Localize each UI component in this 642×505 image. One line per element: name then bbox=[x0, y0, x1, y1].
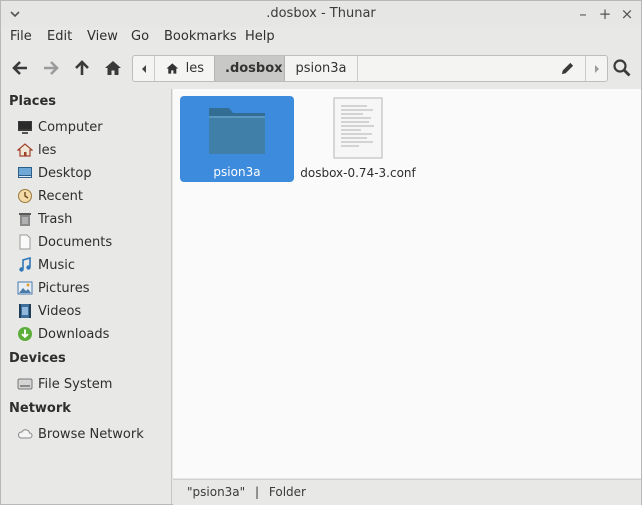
arrow-right-icon bbox=[44, 61, 59, 75]
menu-go[interactable]: Go bbox=[131, 29, 149, 44]
window-title: .dosbox - Thunar bbox=[266, 6, 376, 21]
edit-location-button[interactable] bbox=[554, 56, 580, 81]
file-name: psion3a bbox=[213, 165, 261, 179]
section-network: Network bbox=[9, 401, 71, 416]
sidebar-item-documents[interactable]: Documents bbox=[17, 232, 167, 252]
sidebar-item-label: Pictures bbox=[38, 280, 90, 296]
title-bar: .dosbox - Thunar – + × bbox=[1, 1, 641, 27]
sidebar-item-label: Recent bbox=[38, 188, 83, 204]
menu-help[interactable]: Help bbox=[245, 29, 275, 44]
drive-icon bbox=[17, 376, 33, 392]
sidebar-item-desktop[interactable]: Desktop bbox=[17, 163, 167, 183]
home-icon bbox=[105, 61, 121, 75]
trash-icon bbox=[17, 211, 33, 227]
folder-icon bbox=[209, 108, 265, 154]
sidebar-item-pictures[interactable]: Pictures bbox=[17, 278, 167, 298]
toolbar: les .dosbox psion3a bbox=[1, 53, 641, 85]
up-button[interactable] bbox=[67, 53, 97, 83]
text-file-icon bbox=[333, 97, 383, 159]
home-button[interactable] bbox=[98, 53, 128, 83]
cloud-icon bbox=[17, 426, 33, 442]
sidebar-item-label: Videos bbox=[38, 303, 82, 319]
back-button[interactable] bbox=[5, 53, 35, 83]
sidebar-item-les[interactable]: les bbox=[17, 140, 167, 160]
status-text: "psion3a" | Folder bbox=[187, 485, 306, 499]
recent-icon bbox=[17, 188, 33, 204]
chevron-left-icon bbox=[141, 64, 146, 73]
crumb-label: les bbox=[185, 61, 204, 76]
file-item-dosbox-conf[interactable]: dosbox-0.74-3.conf bbox=[300, 96, 416, 182]
thunar-window: .dosbox - Thunar – + × File Edit View Go… bbox=[0, 0, 642, 505]
documents-icon bbox=[17, 234, 33, 250]
home-icon bbox=[166, 63, 179, 74]
arrow-left-icon bbox=[12, 61, 27, 75]
sidebar-item-label: Browse Network bbox=[38, 426, 144, 442]
sidebar-item-browse-network[interactable]: Browse Network bbox=[17, 424, 167, 444]
sidebar-item-music[interactable]: Music bbox=[17, 255, 167, 275]
pictures-icon bbox=[17, 280, 33, 296]
section-places: Places bbox=[9, 94, 57, 109]
sidebar-item-label: Documents bbox=[38, 234, 113, 250]
sidebar-item-label: Downloads bbox=[38, 326, 110, 342]
pencil-icon bbox=[561, 62, 573, 75]
status-bar: "psion3a" | Folder bbox=[173, 479, 641, 505]
file-name: dosbox-0.74-3.conf bbox=[300, 166, 416, 180]
menu-edit[interactable]: Edit bbox=[47, 29, 72, 44]
computer-icon bbox=[17, 119, 33, 135]
sidebar: Places Computer les Desktop Recent Trash… bbox=[1, 89, 172, 504]
sidebar-item-label: File System bbox=[38, 376, 113, 392]
desktop-icon bbox=[17, 165, 33, 181]
sidebar-item-downloads[interactable]: Downloads bbox=[17, 324, 167, 344]
sidebar-item-label: Music bbox=[38, 257, 75, 273]
menu-bar: File Edit View Go Bookmarks Help bbox=[1, 27, 641, 49]
menu-view[interactable]: View bbox=[87, 29, 118, 44]
arrow-up-icon bbox=[75, 60, 89, 75]
sidebar-item-label: Computer bbox=[38, 119, 103, 135]
menu-bookmarks[interactable]: Bookmarks bbox=[164, 29, 237, 44]
status-separator: | bbox=[255, 485, 260, 499]
sidebar-item-recent[interactable]: Recent bbox=[17, 186, 167, 206]
section-devices: Devices bbox=[9, 351, 66, 366]
path-bar: les .dosbox psion3a bbox=[132, 55, 608, 82]
search-button[interactable] bbox=[607, 53, 637, 83]
crumb-psion3a[interactable]: psion3a bbox=[285, 56, 357, 81]
status-kind: Folder bbox=[268, 485, 306, 499]
status-selected-name: "psion3a" bbox=[187, 485, 246, 499]
sidebar-item-label: les bbox=[38, 142, 57, 158]
minimize-icon[interactable]: – bbox=[575, 6, 591, 22]
chevron-right-icon bbox=[594, 64, 599, 73]
sidebar-item-label: Desktop bbox=[38, 165, 92, 181]
sidebar-item-file-system[interactable]: File System bbox=[17, 374, 167, 394]
home-icon bbox=[17, 142, 33, 158]
maximize-icon[interactable]: + bbox=[597, 6, 613, 22]
music-icon bbox=[17, 257, 33, 273]
path-scroll-left-button[interactable] bbox=[133, 56, 154, 81]
search-icon bbox=[613, 59, 631, 77]
sidebar-item-computer[interactable]: Computer bbox=[17, 117, 167, 137]
sidebar-item-label: Trash bbox=[38, 211, 73, 227]
forward-button[interactable] bbox=[36, 53, 66, 83]
sidebar-item-trash[interactable]: Trash bbox=[17, 209, 167, 229]
crumb-dosbox[interactable]: .dosbox bbox=[214, 56, 285, 81]
close-icon[interactable]: × bbox=[619, 6, 635, 22]
file-view[interactable]: psion3a dosbox-0.74-3.conf bbox=[173, 89, 641, 478]
sidebar-item-videos[interactable]: Videos bbox=[17, 301, 167, 321]
downloads-icon bbox=[17, 326, 33, 342]
crumb-les[interactable]: les bbox=[155, 56, 214, 81]
videos-icon bbox=[17, 303, 33, 319]
menu-file[interactable]: File bbox=[10, 29, 32, 44]
divider bbox=[357, 56, 358, 81]
path-scroll-right-button[interactable] bbox=[586, 56, 607, 81]
file-item-psion3a[interactable]: psion3a bbox=[180, 96, 294, 182]
